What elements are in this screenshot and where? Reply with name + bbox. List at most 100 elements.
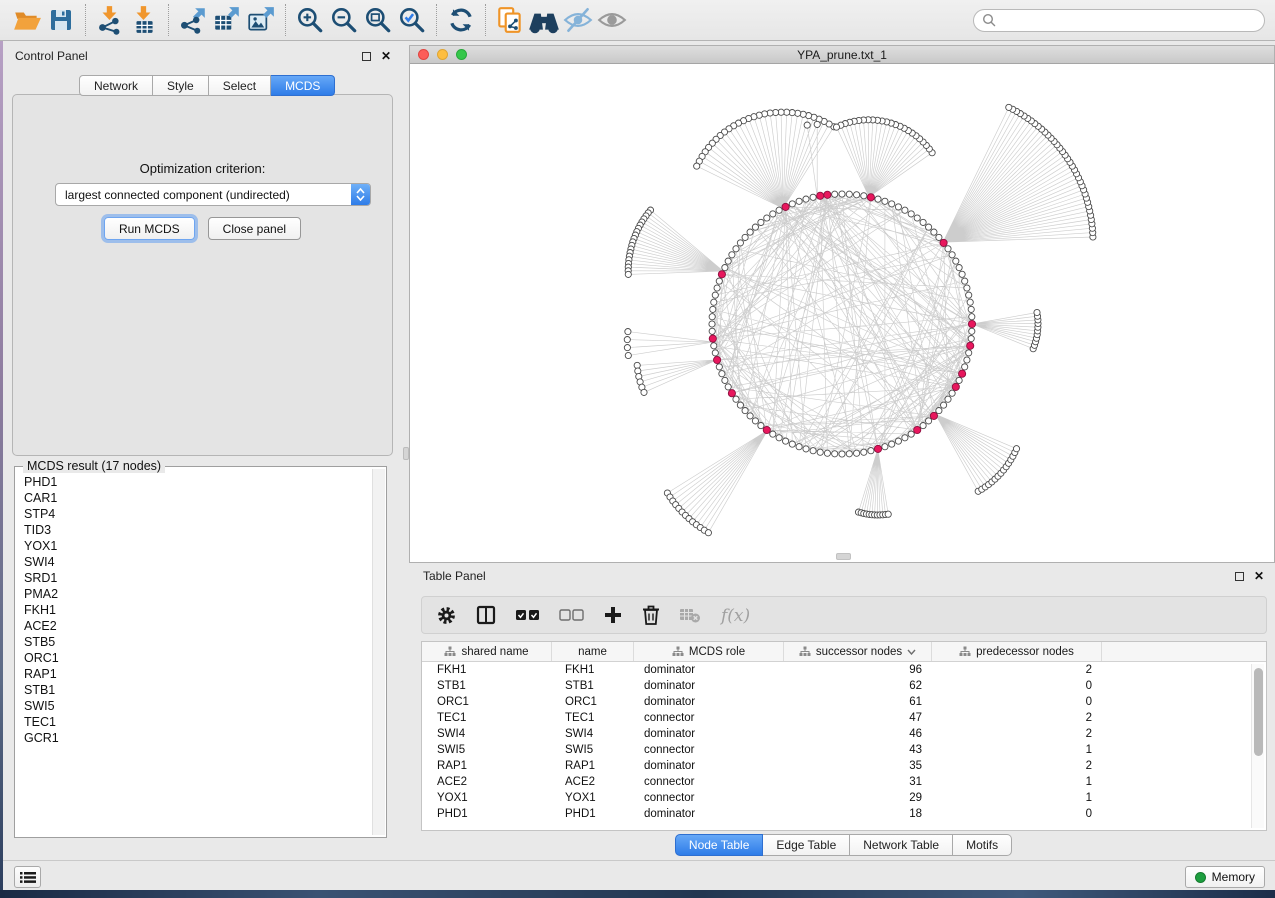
fan-node[interactable]: [1034, 309, 1040, 315]
ring-node[interactable]: [803, 446, 809, 452]
task-history-button[interactable]: [14, 866, 41, 888]
mcds-result-item[interactable]: SWI4: [16, 554, 371, 570]
ring-node[interactable]: [949, 252, 955, 258]
mcds-result-item[interactable]: TID3: [16, 522, 371, 538]
mcds-list-scrollbar[interactable]: [372, 469, 385, 835]
ring-node[interactable]: [709, 321, 715, 327]
tab-select[interactable]: Select: [209, 75, 271, 96]
network-window-titlebar[interactable]: YPA_prune.txt_1: [410, 46, 1274, 64]
delete-column-icon[interactable]: [641, 604, 661, 626]
ring-node[interactable]: [789, 201, 795, 207]
ring-node[interactable]: [861, 193, 867, 199]
mcds-result-item[interactable]: PHD1: [16, 474, 371, 490]
ring-node[interactable]: [711, 343, 717, 349]
ring-node[interactable]: [868, 448, 874, 454]
fan-node[interactable]: [833, 124, 839, 130]
column-header-predecessor-nodes[interactable]: predecessor nodes: [932, 642, 1102, 661]
mcds-result-item[interactable]: ORC1: [16, 650, 371, 666]
ring-node[interactable]: [914, 215, 920, 221]
mcds-node[interactable]: [714, 356, 721, 363]
ring-node[interactable]: [789, 441, 795, 447]
fan-node[interactable]: [625, 271, 631, 277]
ring-node[interactable]: [824, 450, 830, 456]
network-view[interactable]: [410, 64, 1274, 562]
ring-node[interactable]: [839, 191, 845, 197]
ring-node[interactable]: [875, 196, 881, 202]
ring-node[interactable]: [733, 396, 739, 402]
ring-node[interactable]: [949, 390, 955, 396]
tab-style[interactable]: Style: [153, 75, 209, 96]
fan-node[interactable]: [705, 530, 711, 536]
close-panel-button[interactable]: Close panel: [208, 217, 301, 240]
ring-node[interactable]: [964, 357, 970, 363]
ring-node[interactable]: [776, 435, 782, 441]
fan-node[interactable]: [1006, 104, 1012, 110]
tab-edge-table[interactable]: Edge Table: [763, 834, 850, 856]
ring-node[interactable]: [968, 306, 974, 312]
save-session-icon[interactable]: [44, 3, 78, 37]
ring-node[interactable]: [817, 449, 823, 455]
ring-node[interactable]: [758, 423, 764, 429]
add-column-icon[interactable]: [603, 605, 623, 625]
ring-node[interactable]: [902, 207, 908, 213]
table-row[interactable]: YOX1YOX1connector291: [422, 790, 1266, 806]
fan-node[interactable]: [641, 389, 647, 395]
zoom-fit-icon[interactable]: [361, 3, 395, 37]
ring-node[interactable]: [747, 229, 753, 235]
ring-node[interactable]: [832, 451, 838, 457]
mcds-result-item[interactable]: CAR1: [16, 490, 371, 506]
ring-node[interactable]: [945, 396, 951, 402]
mcds-node[interactable]: [867, 194, 874, 201]
ring-node[interactable]: [861, 449, 867, 455]
ring-node[interactable]: [709, 314, 715, 320]
ring-node[interactable]: [729, 252, 735, 258]
ring-node[interactable]: [752, 418, 758, 424]
settings-gear-icon[interactable]: [436, 605, 457, 626]
table-row[interactable]: SWI4SWI4dominator462: [422, 726, 1266, 742]
ring-node[interactable]: [895, 204, 901, 210]
first-neighbors-icon[interactable]: [527, 3, 561, 37]
ring-node[interactable]: [803, 196, 809, 202]
ring-node[interactable]: [716, 364, 722, 370]
mcds-node[interactable]: [914, 426, 921, 433]
ring-node[interactable]: [737, 240, 743, 246]
mcds-result-item[interactable]: STB5: [16, 634, 371, 650]
fan-node[interactable]: [814, 121, 820, 127]
ring-node[interactable]: [967, 299, 973, 305]
zoom-out-icon[interactable]: [327, 3, 361, 37]
export-image-icon[interactable]: [244, 3, 278, 37]
fan-node[interactable]: [694, 163, 700, 169]
table-row[interactable]: SWI5SWI5connector431: [422, 742, 1266, 758]
ring-node[interactable]: [716, 278, 722, 284]
ring-node[interactable]: [776, 207, 782, 213]
tab-node-table[interactable]: Node Table: [675, 834, 764, 856]
ring-node[interactable]: [796, 444, 802, 450]
mcds-node[interactable]: [709, 335, 716, 342]
search-input[interactable]: [996, 13, 1256, 27]
ring-node[interactable]: [956, 377, 962, 383]
fan-node[interactable]: [624, 345, 630, 351]
ring-node[interactable]: [969, 328, 975, 334]
ring-node[interactable]: [936, 408, 942, 414]
zoom-selected-icon[interactable]: [395, 3, 429, 37]
show-columns-icon[interactable]: [475, 604, 497, 626]
ring-node[interactable]: [752, 224, 758, 230]
ring-node[interactable]: [846, 191, 852, 197]
apply-preferred-layout-icon[interactable]: [444, 3, 478, 37]
fan-node[interactable]: [625, 352, 631, 358]
ring-node[interactable]: [747, 413, 753, 419]
ring-node[interactable]: [770, 211, 776, 217]
select-all-icon[interactable]: [515, 607, 541, 623]
fan-node[interactable]: [885, 511, 891, 517]
mcds-node[interactable]: [782, 203, 789, 210]
memory-button[interactable]: Memory: [1185, 866, 1265, 888]
criterion-dropdown[interactable]: largest connected component (undirected): [55, 183, 371, 206]
ring-node[interactable]: [902, 435, 908, 441]
ring-node[interactable]: [854, 450, 860, 456]
ring-node[interactable]: [722, 265, 728, 271]
mcds-node[interactable]: [930, 412, 937, 419]
ring-node[interactable]: [908, 431, 914, 437]
run-mcds-button[interactable]: Run MCDS: [104, 217, 195, 240]
ring-node[interactable]: [832, 191, 838, 197]
network-search-box[interactable]: [973, 9, 1265, 32]
